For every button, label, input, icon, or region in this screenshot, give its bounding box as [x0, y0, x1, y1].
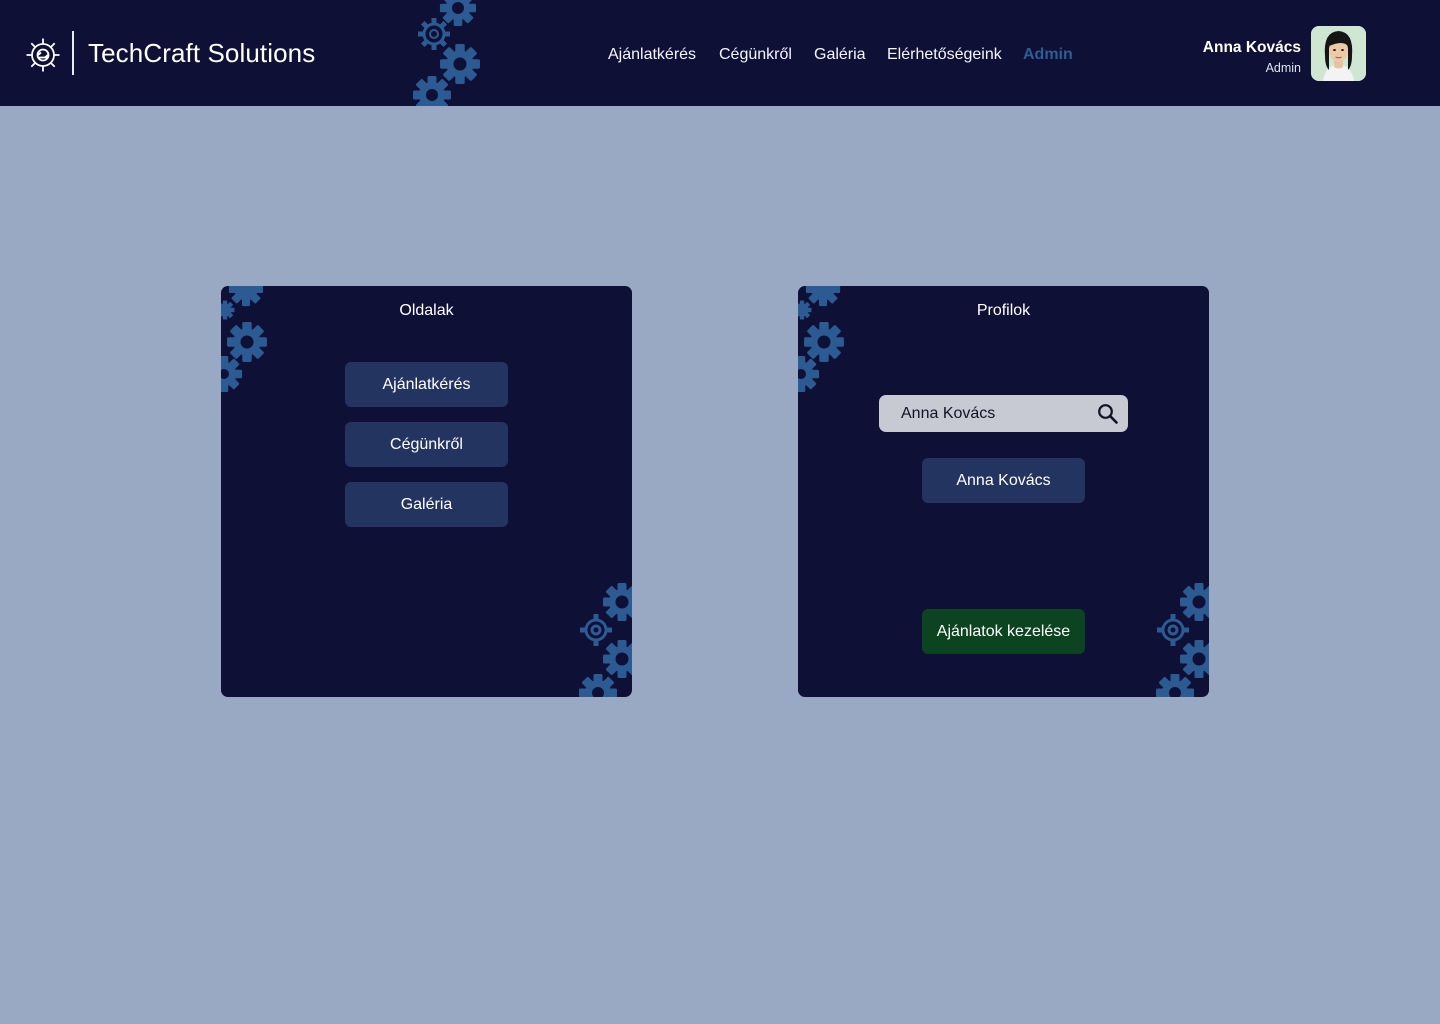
gear-decoration-icon — [579, 583, 632, 697]
user-role: Admin — [1265, 61, 1301, 75]
page-button-galeria[interactable]: Galéria — [345, 482, 508, 527]
avatar[interactable] — [1311, 26, 1366, 81]
nav-link-elerhetosegeink[interactable]: Elérhetőségeink — [887, 44, 1002, 66]
avatar-portrait-icon — [1311, 26, 1366, 81]
profile-result-button[interactable]: Anna Kovács — [922, 458, 1085, 503]
page-button-ajanlatkeres[interactable]: Ajánlatkérés — [345, 362, 508, 407]
nav-link-ajanlatkeres[interactable]: Ajánlatkérés — [608, 44, 696, 66]
pages-card: Oldalak Ajánlatkérés Cégünkről Galéria — [221, 286, 632, 697]
nav-link-galeria[interactable]: Galéria — [814, 44, 866, 66]
nav-link-admin[interactable]: Admin — [1023, 44, 1073, 66]
card-title-pages: Oldalak — [399, 302, 454, 319]
gear-decoration-icon — [1156, 583, 1209, 697]
profile-search — [879, 395, 1128, 432]
manage-offers-button[interactable]: Ajánlatok kezelése — [922, 609, 1085, 654]
profile-search-input[interactable] — [901, 395, 1091, 432]
search-icon[interactable] — [1097, 403, 1118, 424]
page-button-cegunkrol[interactable]: Cégünkről — [345, 422, 508, 467]
user-name: Anna Kovács — [1202, 39, 1301, 56]
profiles-card: Profilok Anna Kovács Ajánlatok kezelése — [798, 286, 1209, 697]
nav-link-cegunkrol[interactable]: Cégünkről — [719, 44, 792, 66]
top-header: TechCraft Solutions Ajánlatkérés Cégünkr… — [0, 0, 1440, 106]
card-title-profiles: Profilok — [976, 302, 1031, 319]
